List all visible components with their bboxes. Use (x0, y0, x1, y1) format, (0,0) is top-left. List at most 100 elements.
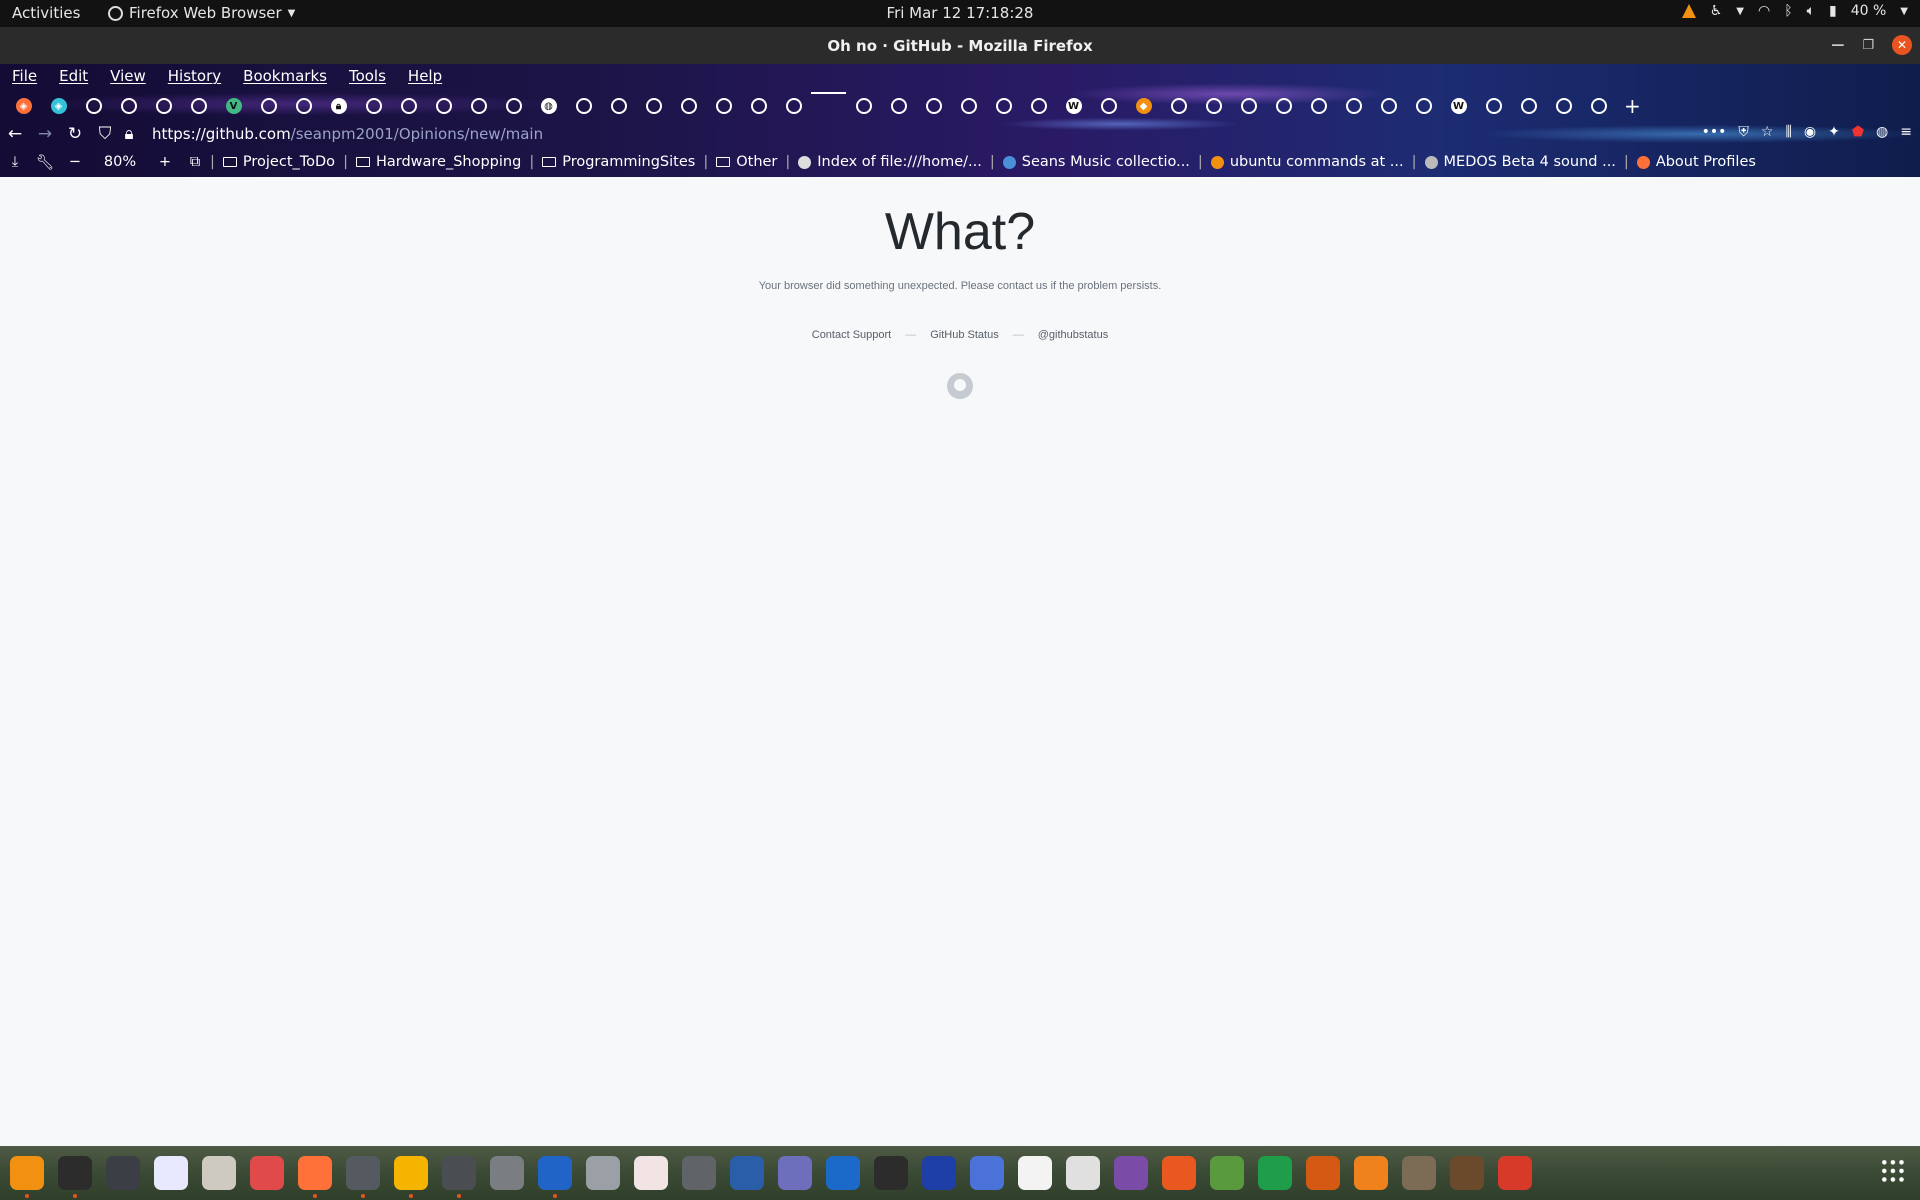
tab-16[interactable] (566, 92, 601, 120)
back-icon[interactable]: ← (0, 124, 30, 144)
new-tab-icon[interactable]: + (1624, 94, 1641, 118)
menu-file[interactable]: File (12, 67, 37, 85)
vlc-tray-icon[interactable] (1681, 4, 1696, 18)
text-editor-icon[interactable] (154, 1156, 188, 1190)
chevron-down-icon[interactable]: ▼ (1736, 6, 1744, 17)
bookmark-item[interactable]: Other (708, 154, 785, 170)
bookmark-item[interactable]: Index of file:///home/... (790, 154, 990, 170)
tab-30[interactable]: W (1056, 92, 1091, 120)
system-monitor-icon[interactable] (106, 1156, 140, 1190)
tab-33[interactable] (1161, 92, 1196, 120)
menu-help[interactable]: Help (408, 67, 442, 85)
more-icon[interactable]: ••• (1702, 124, 1727, 140)
bookmark-item[interactable]: ubuntu commands at ... (1203, 154, 1412, 170)
minimize-button[interactable]: — (1831, 38, 1844, 53)
tab-21[interactable] (741, 92, 776, 120)
lock-icon[interactable]: 🔒︎ (120, 124, 138, 144)
reload-icon[interactable]: ↻ (60, 124, 90, 144)
github-extension-icon[interactable]: ◍ (1876, 124, 1888, 140)
ubuntu-software-icon[interactable] (1162, 1156, 1196, 1190)
tab-31[interactable] (1091, 92, 1126, 120)
account-icon[interactable]: ◉ (1804, 124, 1816, 140)
hamburger-menu-icon[interactable]: ≡ (1900, 124, 1912, 140)
tab-3[interactable] (111, 92, 146, 120)
menu-bookmarks[interactable]: Bookmarks (243, 67, 327, 85)
clocks-icon[interactable] (346, 1156, 380, 1198)
tab-7[interactable] (251, 92, 286, 120)
tab-41[interactable]: W (1441, 92, 1476, 120)
extensions-icon[interactable] (442, 1156, 476, 1198)
system-tray[interactable]: ♿ ▼ ◠ ᛒ 🔈︎ ▮ 40 % ▼ (1681, 3, 1908, 19)
oscilloscope-icon[interactable] (634, 1156, 668, 1190)
bookmark-item[interactable]: MEDOS Beta 4 sound ... (1417, 154, 1624, 170)
pocket-icon[interactable]: ⛨ (1738, 124, 1749, 140)
tweaks-icon[interactable] (1114, 1156, 1148, 1190)
tab-17[interactable] (601, 92, 636, 120)
library-icon[interactable]: ⫼ (1785, 124, 1791, 140)
tab-28[interactable] (986, 92, 1021, 120)
menu-edit[interactable]: Edit (59, 67, 88, 85)
tab-20[interactable] (706, 92, 741, 120)
tab-9[interactable]: 🔒︎ (321, 92, 356, 120)
screen-select-icon[interactable] (970, 1156, 1004, 1190)
tab-44[interactable] (1546, 92, 1581, 120)
new-folder-icon[interactable]: ⧉ (180, 154, 210, 170)
volume-icon[interactable]: 🔈︎ (1807, 3, 1815, 19)
accessibility-icon[interactable]: ♿ (1710, 3, 1723, 19)
tab-38[interactable] (1336, 92, 1371, 120)
impress-icon[interactable] (1306, 1156, 1340, 1190)
tab-10[interactable] (356, 92, 391, 120)
tab-19[interactable] (671, 92, 706, 120)
tab-27[interactable] (951, 92, 986, 120)
character-map-icon[interactable] (1018, 1156, 1052, 1190)
bookmark-item[interactable]: About Profiles (1629, 154, 1764, 170)
draw-icon[interactable] (1210, 1156, 1244, 1190)
tab-18[interactable] (636, 92, 671, 120)
forward-icon[interactable]: → (30, 124, 60, 144)
calc-icon[interactable] (1258, 1156, 1292, 1190)
audio-icon[interactable] (922, 1156, 956, 1190)
tab-1[interactable]: ◈ (41, 92, 76, 120)
tab-8[interactable] (286, 92, 321, 120)
disk-usage-icon[interactable] (250, 1156, 284, 1190)
star-icon[interactable]: ☆ (1761, 124, 1774, 140)
image-viewer-icon[interactable] (586, 1156, 620, 1190)
bookmark-item[interactable]: ProgrammingSites (534, 154, 703, 170)
tab-35[interactable] (1231, 92, 1266, 120)
zoom-out-icon[interactable]: − (60, 154, 90, 170)
tab-2[interactable] (76, 92, 111, 120)
clock[interactable]: Fri Mar 12 17:18:28 (0, 4, 1920, 22)
download-icon[interactable]: ⤓ (0, 154, 30, 170)
chevron-down-icon[interactable]: ▼ (1900, 6, 1908, 17)
tab-12[interactable] (426, 92, 461, 120)
minecraft-icon[interactable] (1450, 1156, 1484, 1190)
show-applications-icon[interactable] (1880, 1158, 1906, 1184)
files-icon[interactable] (202, 1156, 236, 1190)
godot-icon[interactable] (874, 1156, 908, 1190)
virtualbox-icon[interactable] (826, 1156, 860, 1190)
inkscape-icon[interactable] (730, 1156, 764, 1190)
githubstatus-twitter-link[interactable]: @githubstatus (1038, 329, 1109, 341)
tab-11[interactable] (391, 92, 426, 120)
github-status-link[interactable]: GitHub Status (930, 329, 998, 341)
github-octocat-icon[interactable] (947, 373, 973, 399)
writer-icon[interactable] (538, 1156, 572, 1198)
bluetooth-icon[interactable]: ᛒ (1784, 3, 1792, 19)
tab-23[interactable] (811, 92, 846, 120)
tab-15[interactable]: ◍ (531, 92, 566, 120)
zoom-in-icon[interactable]: + (150, 154, 180, 170)
maximize-button[interactable]: ❐ (1862, 38, 1874, 53)
tab-45[interactable] (1581, 92, 1616, 120)
wifi-icon[interactable]: ◠ (1758, 3, 1770, 19)
battery-icon[interactable]: ▮ (1829, 3, 1837, 19)
tab-5[interactable] (181, 92, 216, 120)
window-titlebar[interactable]: Oh no · GitHub - Mozilla Firefox — ❐ ✕ (0, 27, 1920, 64)
screenshot-icon[interactable] (778, 1156, 812, 1190)
settings-icon[interactable] (490, 1156, 524, 1190)
gimp-icon[interactable] (1402, 1156, 1436, 1190)
tab-43[interactable] (1511, 92, 1546, 120)
menu-history[interactable]: History (168, 67, 221, 85)
typography-icon[interactable] (1066, 1156, 1100, 1190)
menu-view[interactable]: View (110, 67, 146, 85)
tab-4[interactable] (146, 92, 181, 120)
